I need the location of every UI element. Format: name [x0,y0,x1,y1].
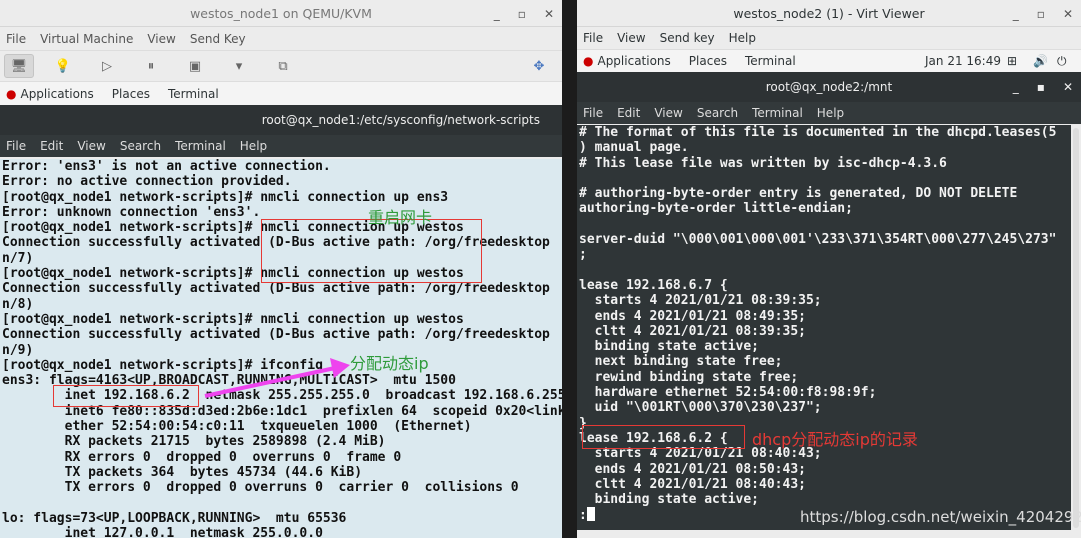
arrow-head [330,358,350,378]
annotation-arrow [204,358,350,398]
annotation-box-lease [582,425,745,449]
arrow-shaft [204,366,336,398]
watermark: https://blog.csdn.net/weixin_42042926 [800,508,1081,526]
annotation-dhcp-record: dhcp分配动态ip的记录 [752,430,918,449]
